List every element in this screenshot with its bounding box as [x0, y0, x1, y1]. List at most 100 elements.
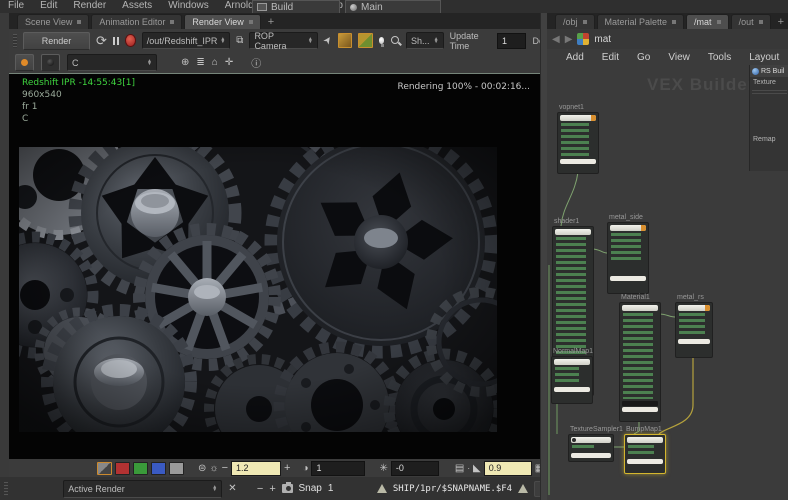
- menu-tools[interactable]: Tools: [699, 52, 740, 63]
- menu-edit[interactable]: Edit: [32, 0, 65, 13]
- image-plane-selector[interactable]: C ▲▼: [67, 54, 157, 71]
- region-render-icon[interactable]: [338, 33, 352, 48]
- tab-render-view[interactable]: Render View: [184, 14, 260, 29]
- pointer-icon[interactable]: ➤: [321, 34, 335, 47]
- list-tool-icon[interactable]: ≣: [196, 57, 204, 68]
- tab-pin-icon[interactable]: [717, 20, 721, 24]
- display-circle-button[interactable]: [15, 54, 34, 71]
- network-path[interactable]: mat: [594, 34, 611, 45]
- gain-minus-button[interactable]: −: [222, 462, 228, 474]
- node-output-bar[interactable]: [560, 159, 596, 164]
- tab-pin-icon[interactable]: [77, 20, 81, 24]
- node-output-bar[interactable]: [610, 276, 646, 281]
- tab-pin-icon[interactable]: [759, 20, 763, 24]
- node-output-bar[interactable]: [622, 407, 658, 412]
- tab-material-palette[interactable]: Material Palette: [597, 14, 685, 29]
- tab-animation-editor[interactable]: Animation Editor: [91, 14, 182, 29]
- tab-pin-icon[interactable]: [249, 20, 253, 24]
- render-source-selector[interactable]: Active Render ▲▼: [63, 480, 222, 498]
- background-toggle-button[interactable]: [41, 54, 60, 71]
- tab-scene-view[interactable]: Scene View: [17, 14, 89, 29]
- channel-blue-button[interactable]: [151, 462, 166, 475]
- new-tab-button[interactable]: +: [773, 15, 788, 29]
- render-button[interactable]: Render: [23, 32, 90, 50]
- snapshot-camera-icon[interactable]: [282, 484, 293, 493]
- contrast-field[interactable]: 1: [311, 461, 365, 476]
- nav-back-icon[interactable]: ◀: [552, 34, 560, 45]
- inspect-icon[interactable]: [390, 35, 400, 47]
- node-normalmap1[interactable]: NormalMap1: [551, 356, 593, 404]
- pan-tool-icon[interactable]: ✛: [225, 57, 233, 68]
- statusbar-grip[interactable]: [4, 482, 8, 496]
- lights-icon[interactable]: [379, 37, 385, 44]
- info-icon[interactable]: ⓘ: [251, 55, 261, 70]
- channel-all-button[interactable]: [97, 462, 112, 475]
- node-input-bar[interactable]: [678, 305, 710, 311]
- snapshot-compare-icon[interactable]: [358, 33, 372, 48]
- node-input-bar[interactable]: [622, 305, 658, 311]
- node-input-bar[interactable]: [560, 115, 596, 121]
- tab-obj[interactable]: /obj: [555, 14, 595, 29]
- menu-add[interactable]: Add: [557, 52, 593, 63]
- channel-alpha-button[interactable]: [169, 462, 184, 475]
- shading-selector[interactable]: Sh... ▲▼: [406, 32, 444, 49]
- offset-field[interactable]: -0: [391, 461, 439, 476]
- menu-go[interactable]: Go: [628, 52, 659, 63]
- node-input-bar[interactable]: [627, 437, 663, 443]
- node-bumpmap1[interactable]: BumpMap1: [624, 434, 666, 474]
- close-icon[interactable]: ✕: [228, 483, 236, 494]
- zoom-tool-icon[interactable]: ⊕: [181, 57, 189, 68]
- tab-pin-icon[interactable]: [672, 20, 676, 24]
- menu-file[interactable]: File: [0, 0, 32, 13]
- tab-mat[interactable]: /mat: [686, 14, 729, 29]
- menu-windows[interactable]: Windows: [160, 0, 217, 13]
- node-vopnet1[interactable]: vopnet1: [557, 112, 599, 174]
- home-view-icon[interactable]: ⌂: [212, 57, 218, 68]
- node-input-bar[interactable]: [571, 437, 611, 443]
- gain-plus-button[interactable]: +: [284, 462, 290, 474]
- tab-pin-icon[interactable]: [170, 20, 174, 24]
- tab-pin-icon[interactable]: [583, 20, 587, 24]
- exposure-icon[interactable]: ⊜: [198, 463, 206, 474]
- node-input-bar[interactable]: [554, 359, 590, 365]
- menu-edit[interactable]: Edit: [593, 52, 628, 63]
- menu-layout[interactable]: Layout: [740, 52, 788, 63]
- snap-plus-button[interactable]: +: [269, 483, 275, 495]
- palette-section-texture[interactable]: Texture: [750, 77, 788, 88]
- node-texturesampler1[interactable]: TextureSampler1: [568, 434, 614, 462]
- palette-section-remap[interactable]: Remap: [750, 134, 788, 145]
- snap-minus-button[interactable]: −: [257, 483, 263, 495]
- node-output-bar[interactable]: [678, 339, 710, 344]
- node-metal-side[interactable]: metal_side: [607, 222, 649, 294]
- channel-green-button[interactable]: [133, 462, 148, 475]
- desktop-selector[interactable]: Build: [252, 0, 340, 14]
- channel-red-button[interactable]: [115, 462, 130, 475]
- toolbar-grip[interactable]: [13, 34, 17, 48]
- gain-field[interactable]: 1.2: [231, 461, 281, 476]
- new-tab-button[interactable]: +: [263, 15, 279, 29]
- nav-forward-icon[interactable]: ▶: [565, 34, 573, 45]
- pause-render-icon[interactable]: [113, 37, 119, 45]
- node-input-bar[interactable]: [610, 225, 646, 231]
- main-selector[interactable]: Main: [345, 0, 441, 14]
- tab-out[interactable]: /out: [731, 14, 771, 29]
- update-time-field[interactable]: 1: [497, 33, 526, 49]
- rerender-icon[interactable]: ⟳: [96, 33, 107, 49]
- node-metal-rs[interactable]: metal_rs: [675, 302, 713, 358]
- node-input-bar[interactable]: [555, 229, 591, 235]
- render-viewport[interactable]: Redshift IPR -14:55:43[1] 960x540 fr 1 C…: [9, 73, 540, 460]
- copy-rop-icon[interactable]: ⧉: [236, 35, 243, 46]
- node-output-bar[interactable]: [627, 459, 663, 464]
- palette-header[interactable]: RS Buil: [750, 65, 788, 77]
- lut-icon[interactable]: ▤: [455, 463, 464, 474]
- menu-render[interactable]: Render: [65, 0, 114, 13]
- gamma-field[interactable]: 0.9: [484, 461, 532, 476]
- camera-selector[interactable]: ROP Camera ▲▼: [249, 32, 317, 49]
- node-output-bar[interactable]: [571, 453, 611, 458]
- rop-selector[interactable]: /out/Redshift_IPR ▲▼: [142, 32, 231, 49]
- node-material1[interactable]: Material1: [619, 302, 661, 422]
- menu-assets[interactable]: Assets: [114, 0, 160, 13]
- node-output-bar[interactable]: [554, 387, 590, 392]
- brightness-icon[interactable]: ☼: [209, 463, 218, 474]
- menu-view[interactable]: View: [659, 52, 699, 63]
